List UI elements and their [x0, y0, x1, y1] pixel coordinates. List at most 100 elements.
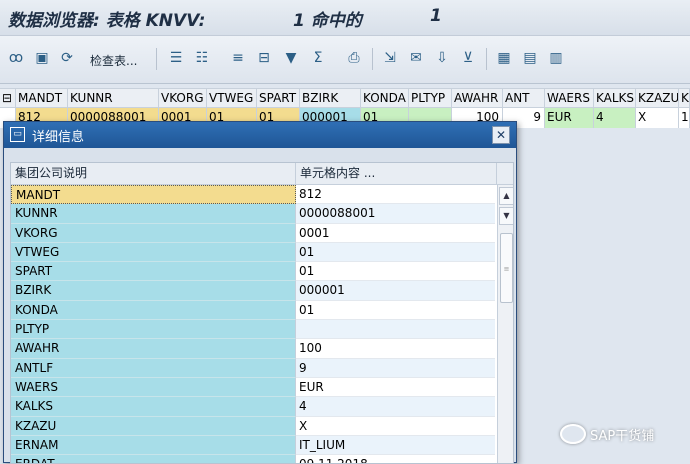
sort-descending-icon[interactable]: ☷: [192, 48, 212, 68]
refresh-icon[interactable]: ⟳: [57, 48, 77, 68]
column-header[interactable]: SPART: [257, 89, 300, 109]
toolbar-separator: [156, 48, 157, 70]
column-header[interactable]: K: [679, 89, 690, 109]
field-name[interactable]: ANTLF: [11, 358, 296, 378]
watermark: SAP干货铺: [560, 424, 654, 444]
list-item[interactable]: ERNAM IT_LIUM: [11, 435, 495, 456]
column-header[interactable]: KZAZU: [636, 89, 679, 109]
column-header[interactable]: KONDA: [361, 89, 409, 109]
column-header[interactable]: KALKS: [594, 89, 636, 109]
column-header[interactable]: KUNNR: [68, 89, 159, 109]
grid-header: ⊟ MANDT KUNNR VKORG VTWEG SPART BZIRK KO…: [0, 88, 690, 109]
list-item[interactable]: BZIRK 000001: [11, 281, 495, 301]
column-header[interactable]: PLTYP: [409, 89, 452, 109]
detail-rows: MANDT 812 KUNNR 0000088001 VKORG 0001 VTWEG 01 S…: [11, 185, 495, 463]
list-item[interactable]: PLTYP: [11, 320, 495, 340]
save-layout-icon[interactable]: ▥: [546, 48, 566, 68]
field-value[interactable]: 01: [296, 242, 495, 263]
close-button[interactable]: ✕: [492, 126, 510, 144]
field-value[interactable]: 0001: [296, 223, 495, 243]
field-name[interactable]: MANDT: [11, 185, 296, 205]
field-name[interactable]: WAERS: [11, 377, 296, 398]
list-item[interactable]: AWAHR 100: [11, 339, 495, 359]
field-name[interactable]: PLTYP: [11, 320, 296, 340]
export-icon[interactable]: ⇲: [380, 48, 400, 68]
check-table-button[interactable]: 检查表...: [90, 52, 137, 69]
table-cell[interactable]: 4: [594, 108, 636, 128]
filter-icon[interactable]: ▼: [281, 48, 301, 68]
layout-icon[interactable]: ⊟: [254, 48, 274, 68]
sum-icon[interactable]: Σ: [308, 48, 328, 68]
column-header[interactable]: VKORG: [159, 89, 207, 109]
hit-count-value: 1: [430, 6, 442, 26]
list-item[interactable]: KONDA 01: [11, 300, 495, 321]
scroll-down-icon[interactable]: ▼: [499, 207, 513, 225]
vertical-scrollbar[interactable]: ▲ ▼ ≡: [497, 185, 513, 463]
field-name[interactable]: KALKS: [11, 397, 296, 417]
field-value[interactable]: [296, 320, 495, 340]
column-header[interactable]: MANDT: [16, 89, 68, 109]
grid-layout-icon[interactable]: ▦: [494, 48, 514, 68]
field-name[interactable]: VTWEG: [11, 242, 296, 263]
column-header-name[interactable]: 集团公司说明: [11, 163, 296, 185]
align-icon[interactable]: ≡: [228, 48, 248, 68]
field-name[interactable]: BZIRK: [11, 281, 296, 301]
toolbar-separator: [372, 48, 373, 70]
column-header[interactable]: ANT: [503, 89, 545, 109]
field-value[interactable]: 100: [296, 339, 495, 359]
field-name[interactable]: KONDA: [11, 300, 296, 321]
send-icon[interactable]: ✉: [406, 48, 426, 68]
list-item[interactable]: VKORG 0001: [11, 223, 495, 243]
detail-table: 集团公司说明 单元格内容 ... MANDT 812 KUNNR 0000088001…: [10, 162, 514, 464]
field-value[interactable]: 812: [296, 185, 495, 205]
choose-layout-icon[interactable]: ▤: [520, 48, 540, 68]
field-name[interactable]: KUNNR: [11, 204, 296, 224]
window-title: 数据浏览器: 表格 KNVV:: [8, 11, 206, 31]
list-item[interactable]: WAERS EUR: [11, 377, 495, 398]
dialog-title: 详细信息: [32, 130, 85, 145]
field-name[interactable]: AWAHR: [11, 339, 296, 359]
field-value[interactable]: EUR: [296, 377, 495, 398]
list-item[interactable]: MANDT 812: [11, 185, 495, 205]
column-header[interactable]: WAERS: [545, 89, 594, 109]
table-cell[interactable]: X: [636, 108, 679, 128]
list-item[interactable]: SPART 01: [11, 262, 495, 282]
scroll-thumb[interactable]: ≡: [500, 233, 513, 303]
field-name[interactable]: ERNAM: [11, 435, 296, 456]
sort-ascending-icon[interactable]: ☰: [166, 48, 186, 68]
field-value[interactable]: 0000088001: [296, 204, 495, 224]
field-value[interactable]: 4: [296, 397, 495, 417]
list-item[interactable]: ANTLF 9: [11, 358, 495, 378]
watermark-text: SAP干货铺: [590, 428, 655, 444]
column-header[interactable]: AWAHR: [452, 89, 503, 109]
field-name[interactable]: KZAZU: [11, 416, 296, 436]
field-value[interactable]: 01: [296, 262, 495, 282]
toolbar-separator: [486, 48, 487, 70]
details-icon[interactable]: ▣: [32, 48, 52, 68]
hit-count-label: 1 命中的: [293, 11, 362, 31]
field-value[interactable]: IT_LIUM: [296, 435, 495, 456]
table-cell[interactable]: EUR: [545, 108, 594, 128]
field-value[interactable]: 9: [296, 358, 495, 378]
print-icon[interactable]: ⎙: [344, 48, 364, 68]
glasses-icon[interactable]: ꝏ: [6, 48, 26, 68]
dialog-title-bar[interactable]: ▭ 详细信息 ✕: [4, 122, 516, 148]
column-header[interactable]: VTWEG: [207, 89, 257, 109]
grid-row-selector-icon[interactable]: ⊟: [0, 89, 16, 109]
field-value[interactable]: 000001: [296, 281, 495, 301]
table-cell[interactable]: 1: [679, 108, 690, 128]
field-name[interactable]: SPART: [11, 262, 296, 282]
list-item[interactable]: KUNNR 0000088001: [11, 204, 495, 224]
list-item[interactable]: KZAZU X: [11, 416, 495, 436]
field-name[interactable]: VKORG: [11, 223, 296, 243]
download-icon[interactable]: ⇩: [432, 48, 452, 68]
column-header[interactable]: BZIRK: [300, 89, 361, 109]
filter-settings-icon[interactable]: ⊻: [458, 48, 478, 68]
list-item[interactable]: KALKS 4: [11, 397, 495, 417]
title-bar: 数据浏览器: 表格 KNVV: 1 命中的 1: [0, 0, 690, 36]
column-header-value[interactable]: 单元格内容 ...: [296, 163, 497, 185]
scroll-up-icon[interactable]: ▲: [499, 187, 513, 205]
field-value[interactable]: X: [296, 416, 495, 436]
list-item[interactable]: VTWEG 01: [11, 242, 495, 263]
field-value[interactable]: 01: [296, 300, 495, 321]
